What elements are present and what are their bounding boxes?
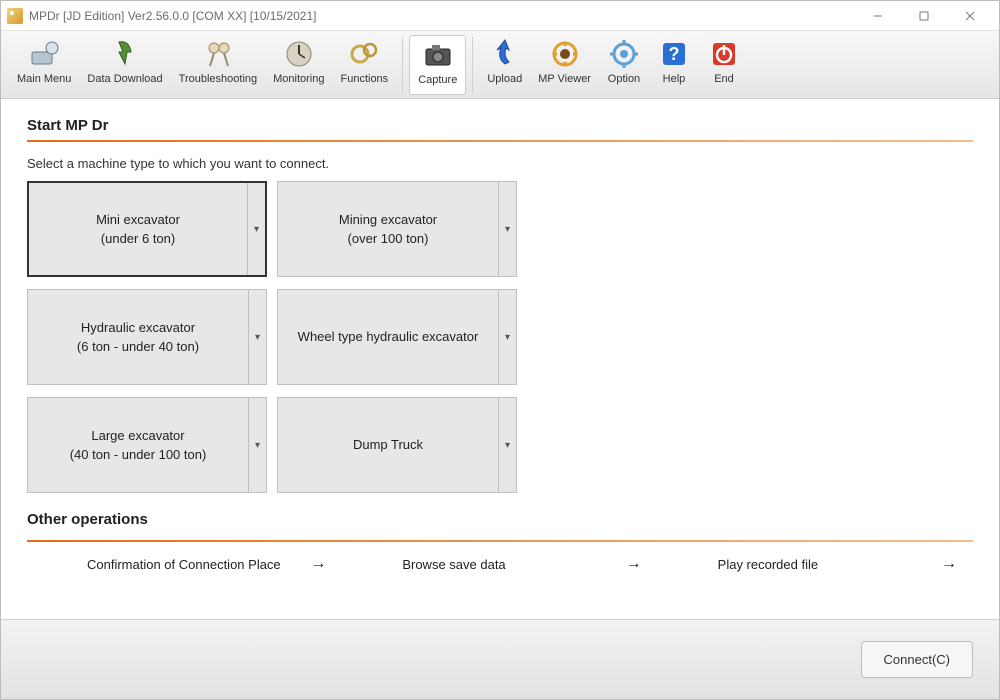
toolbar-label: Option — [608, 73, 640, 85]
mp-viewer-button[interactable]: MP Viewer — [530, 35, 599, 95]
toolbar-separator — [472, 37, 473, 93]
machine-line1: Mining excavator — [339, 210, 437, 230]
op-browse-save-data[interactable]: Browse save data → — [342, 555, 657, 573]
machine-line1: Large excavator — [91, 426, 184, 446]
machine-line2: (under 6 ton) — [101, 229, 175, 249]
other-ops-row: Confirmation of Connection Place → Brows… — [27, 542, 973, 586]
machine-label: Dump Truck — [278, 398, 498, 492]
toolbar: Main Menu Data Download Troubleshooting … — [1, 31, 999, 99]
maximize-button[interactable] — [901, 1, 947, 31]
machine-large-excavator[interactable]: Large excavator (40 ton - under 100 ton)… — [27, 397, 267, 493]
machine-grid: Mini excavator (under 6 ton) ▾ Mining ex… — [27, 181, 973, 493]
toolbar-label: Data Download — [87, 73, 162, 85]
page-heading: Start MP Dr — [27, 117, 973, 134]
chevron-down-icon: ▾ — [255, 332, 260, 343]
option-icon — [607, 37, 641, 71]
machine-line2: (over 100 ton) — [348, 229, 429, 249]
toolbar-label: Functions — [340, 73, 388, 85]
toolbar-label: Troubleshooting — [179, 73, 257, 85]
toolbar-label: Monitoring — [273, 73, 324, 85]
connect-button[interactable]: Connect(C) — [861, 641, 973, 678]
dropdown-toggle[interactable]: ▾ — [498, 398, 516, 492]
heading-rule — [27, 140, 973, 142]
machine-line1: Wheel type hydraulic excavator — [298, 327, 479, 347]
dropdown-toggle[interactable]: ▾ — [498, 182, 516, 276]
toolbar-label: Main Menu — [17, 73, 71, 85]
machine-label: Mining excavator (over 100 ton) — [278, 182, 498, 276]
dropdown-toggle[interactable]: ▾ — [248, 290, 266, 384]
maximize-icon — [919, 11, 929, 21]
other-ops-heading: Other operations — [27, 511, 973, 528]
machine-line1: Mini excavator — [96, 210, 180, 230]
toolbar-label: MP Viewer — [538, 73, 591, 85]
functions-button[interactable]: Functions — [332, 35, 396, 95]
end-icon — [707, 37, 741, 71]
machine-dump-truck[interactable]: Dump Truck ▾ — [277, 397, 517, 493]
chevron-down-icon: ▾ — [255, 440, 260, 451]
monitoring-button[interactable]: Monitoring — [265, 35, 332, 95]
machine-mining-excavator[interactable]: Mining excavator (over 100 ton) ▾ — [277, 181, 517, 277]
dropdown-toggle[interactable]: ▾ — [247, 183, 265, 275]
close-button[interactable] — [947, 1, 993, 31]
close-icon — [965, 11, 975, 21]
main-menu-icon — [27, 37, 61, 71]
arrow-right-icon: → — [310, 555, 326, 573]
arrow-right-icon: → — [626, 555, 642, 573]
dropdown-toggle[interactable]: ▾ — [248, 398, 266, 492]
machine-label: Hydraulic excavator (6 ton - under 40 to… — [28, 290, 248, 384]
machine-label: Wheel type hydraulic excavator — [278, 290, 498, 384]
machine-hydraulic-excavator[interactable]: Hydraulic excavator (6 ton - under 40 to… — [27, 289, 267, 385]
minimize-button[interactable] — [855, 1, 901, 31]
capture-button[interactable]: Capture — [409, 35, 466, 95]
data-download-button[interactable]: Data Download — [79, 35, 170, 95]
op-label: Play recorded file — [718, 557, 818, 572]
toolbar-separator — [402, 37, 403, 93]
machine-mini-excavator[interactable]: Mini excavator (under 6 ton) ▾ — [27, 181, 267, 277]
op-play-recorded-file[interactable]: Play recorded file → — [658, 555, 973, 573]
toolbar-label: End — [714, 73, 734, 85]
main-menu-button[interactable]: Main Menu — [9, 35, 79, 95]
bottom-bar: Connect(C) — [1, 619, 999, 699]
data-download-icon — [108, 37, 142, 71]
upload-icon — [488, 37, 522, 71]
help-button[interactable]: ? Help — [649, 35, 699, 95]
mp-viewer-icon — [548, 37, 582, 71]
machine-line1: Dump Truck — [353, 435, 423, 455]
svg-text:?: ? — [668, 44, 679, 64]
chevron-down-icon: ▾ — [505, 440, 510, 451]
toolbar-label: Upload — [487, 73, 522, 85]
machine-line2: (40 ton - under 100 ton) — [70, 445, 207, 465]
monitoring-icon — [282, 37, 316, 71]
op-label: Browse save data — [402, 557, 505, 572]
upload-button[interactable]: Upload — [479, 35, 530, 95]
dropdown-toggle[interactable]: ▾ — [498, 290, 516, 384]
app-icon — [7, 8, 23, 24]
option-button[interactable]: Option — [599, 35, 649, 95]
machine-label: Large excavator (40 ton - under 100 ton) — [28, 398, 248, 492]
machine-line2: (6 ton - under 40 ton) — [77, 337, 199, 357]
app-window: MPDr [JD Edition] Ver2.56.0.0 [COM XX] [… — [0, 0, 1000, 700]
arrow-right-icon: → — [941, 555, 957, 573]
functions-icon — [347, 37, 381, 71]
troubleshooting-button[interactable]: Troubleshooting — [171, 35, 265, 95]
minimize-icon — [873, 11, 883, 21]
window-title: MPDr [JD Edition] Ver2.56.0.0 [COM XX] [… — [29, 9, 855, 23]
machine-label: Mini excavator (under 6 ton) — [29, 183, 247, 275]
troubleshooting-icon — [201, 37, 235, 71]
instruction-text: Select a machine type to which you want … — [27, 156, 973, 171]
machine-wheel-hydraulic-excavator[interactable]: Wheel type hydraulic excavator ▾ — [277, 289, 517, 385]
content-area: Start MP Dr Select a machine type to whi… — [1, 99, 999, 619]
help-icon: ? — [657, 37, 691, 71]
chevron-down-icon: ▾ — [254, 224, 259, 235]
chevron-down-icon: ▾ — [505, 224, 510, 235]
capture-icon — [421, 38, 455, 72]
chevron-down-icon: ▾ — [505, 332, 510, 343]
titlebar: MPDr [JD Edition] Ver2.56.0.0 [COM XX] [… — [1, 1, 999, 31]
op-label: Confirmation of Connection Place — [87, 557, 281, 572]
op-confirm-connection[interactable]: Confirmation of Connection Place → — [27, 555, 342, 573]
toolbar-label: Capture — [418, 74, 457, 86]
toolbar-label: Help — [663, 73, 686, 85]
machine-line1: Hydraulic excavator — [81, 318, 195, 338]
end-button[interactable]: End — [699, 35, 749, 95]
